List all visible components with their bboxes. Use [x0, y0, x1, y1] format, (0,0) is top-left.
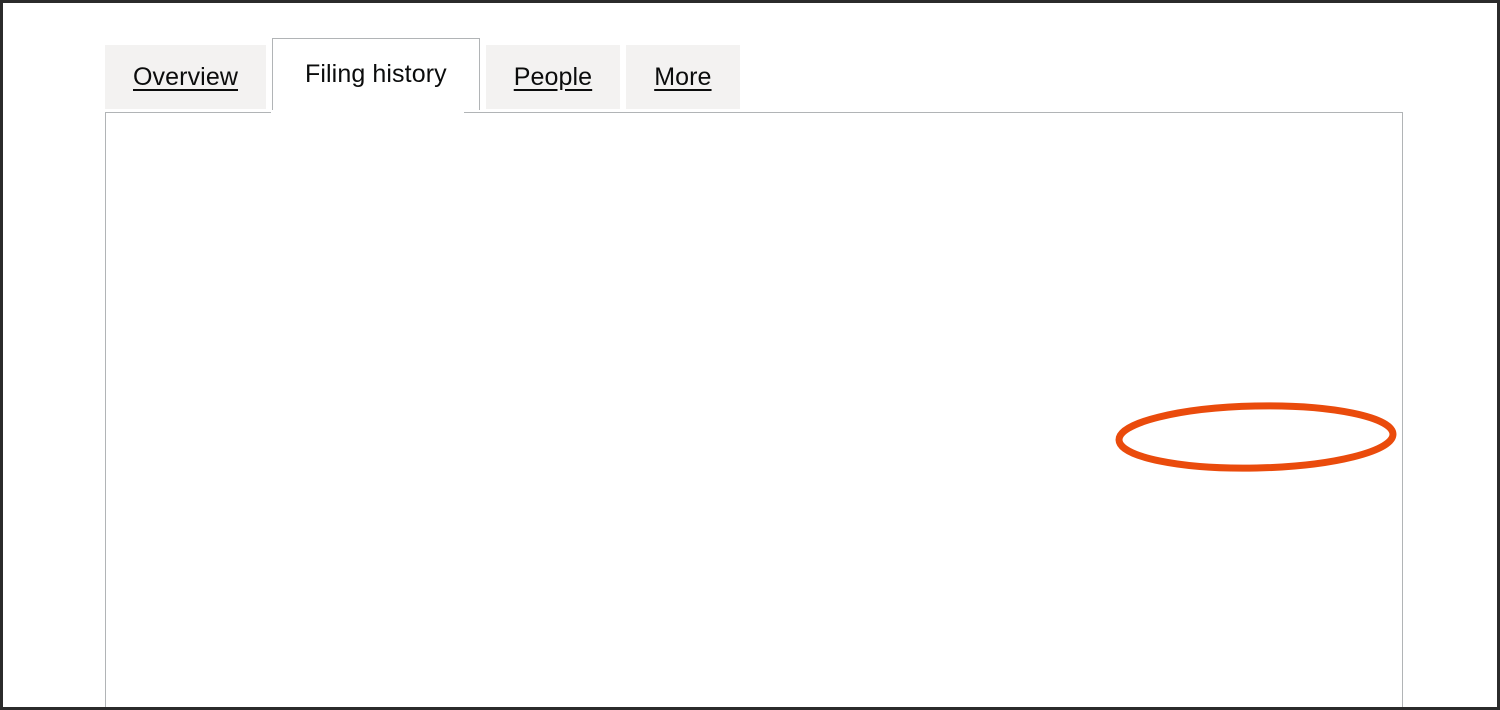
tab-filing-history[interactable]: Filing history [272, 38, 480, 110]
tab-bar: Overview Filing history People More [105, 38, 740, 110]
filing-history-panel [105, 112, 1403, 707]
tab-more[interactable]: More [626, 45, 740, 109]
tab-more-label: More [654, 62, 712, 91]
tab-people-label: People [513, 62, 593, 91]
tab-overview-label: Overview [133, 62, 238, 91]
tab-overview[interactable]: Overview [105, 45, 266, 109]
screenshot-frame: Overview Filing history People More Filt… [0, 0, 1500, 710]
tab-filing-history-label: Filing history [305, 60, 447, 88]
active-tab-merge [271, 111, 464, 114]
tab-people[interactable]: People [485, 45, 621, 109]
filing-history-page: Overview Filing history People More Filt… [3, 3, 1497, 707]
